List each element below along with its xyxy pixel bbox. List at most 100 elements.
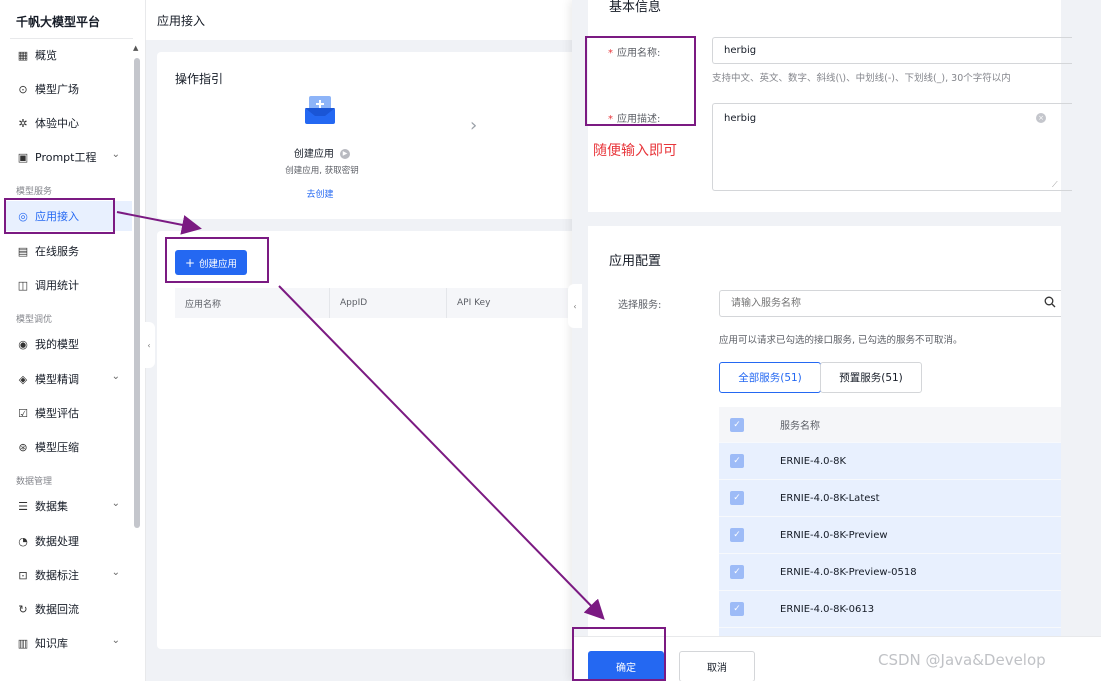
- sidebar-item-experience[interactable]: ✲ 体验中心: [6, 108, 132, 138]
- sidebar-item-label: 调用统计: [35, 279, 79, 292]
- create-app-button[interactable]: + 创建应用: [175, 250, 247, 275]
- app-desc-textarea[interactable]: herbig: [712, 103, 1072, 191]
- app-name-label: * 应用名称:: [608, 44, 660, 59]
- app-list-card: + 创建应用 应用名称 AppID API Key: [157, 231, 577, 649]
- guide-step-title-text: 创建应用: [293, 149, 334, 160]
- drawer-collapse-handle[interactable]: ‹: [568, 284, 582, 328]
- sidebar-item-data-reflow[interactable]: ↻ 数据回流: [6, 594, 132, 624]
- sidebar-item-evaluate[interactable]: ☑ 模型评估: [6, 398, 132, 428]
- service-row[interactable]: ✓ ERNIE-4.0-8K-0613: [719, 591, 1061, 628]
- sidebar-item-my-model[interactable]: ◉ 我的模型: [6, 329, 132, 359]
- sidebar-item-stats[interactable]: ◫ 调用统计: [6, 270, 132, 300]
- service-note: 应用可以请求已勾选的接口服务, 已勾选的服务不可取消。: [719, 335, 963, 346]
- cancel-button[interactable]: 取消: [679, 651, 755, 681]
- service-search-input[interactable]: [719, 290, 1061, 317]
- model-square-icon: ⊙: [18, 82, 28, 96]
- data-label-icon: ⊡: [18, 568, 28, 582]
- basic-info-title: 基本信息: [609, 0, 662, 15]
- chevron-down-icon: ⌄: [111, 498, 120, 509]
- page-title: 应用接入: [146, 0, 576, 40]
- app-access-icon: ◎: [18, 209, 28, 223]
- chevron-left-icon: ‹: [147, 340, 151, 350]
- sidebar-item-overview[interactable]: ▦ 概览: [6, 40, 132, 70]
- sidebar-item-knowledge[interactable]: ▥ 知识库 ⌄: [6, 628, 132, 658]
- go-create-link[interactable]: 去创建: [157, 187, 483, 200]
- app-name-hint: 支持中文、英文、数字、斜线(\)、中划线(-)、下划线(_), 30个字符以内: [712, 73, 1011, 84]
- watermark: CSDN @Java&Develop: [878, 651, 1046, 669]
- sidebar-item-label: 数据处理: [35, 535, 79, 548]
- tab-preset-services[interactable]: 预置服务(51): [820, 362, 922, 393]
- sidebar-item-label: 在线服务: [35, 245, 79, 258]
- my-model-icon: ◉: [18, 337, 28, 351]
- sidebar-item-app-access[interactable]: ◎ 应用接入: [6, 201, 132, 231]
- column-header-app-name: 应用名称: [175, 288, 330, 318]
- sidebar-collapse-handle[interactable]: ‹: [143, 322, 155, 368]
- service-row[interactable]: ✓: [719, 628, 1061, 636]
- service-checkbox[interactable]: ✓: [730, 454, 744, 468]
- experience-icon: ✲: [18, 116, 28, 130]
- sidebar-item-label: 数据标注: [35, 569, 79, 582]
- dataset-icon: ☰: [18, 499, 28, 513]
- sidebar-item-model-square[interactable]: ⊙ 模型广场: [6, 74, 132, 104]
- basic-info-section: 基本信息 * 应用名称: herbig 支持中文、英文、数字、斜线(\)、中划线(…: [588, 0, 1072, 212]
- sidebar-scrollbar[interactable]: [134, 58, 140, 528]
- group-model-service: 模型服务: [16, 187, 53, 197]
- chevron-down-icon: ⌄: [111, 149, 120, 160]
- fine-tune-icon: ◈: [18, 372, 28, 386]
- online-service-icon: ▤: [17, 244, 29, 258]
- search-icon[interactable]: [1044, 296, 1056, 308]
- app-name-input[interactable]: herbig: [712, 37, 1072, 64]
- chevron-down-icon: ⌄: [111, 371, 120, 382]
- sidebar-item-compress[interactable]: ⊛ 模型压缩: [6, 432, 132, 462]
- service-row[interactable]: ✓ ERNIE-4.0-8K: [719, 443, 1061, 480]
- required-mark: *: [608, 114, 613, 125]
- resize-handle-icon[interactable]: ⟋: [1052, 180, 1058, 190]
- play-icon[interactable]: ▶: [340, 149, 351, 159]
- column-header-appid: AppID: [330, 288, 447, 318]
- service-checkbox[interactable]: ✓: [730, 528, 744, 542]
- scroll-up-arrow-icon[interactable]: ▲: [133, 44, 138, 52]
- service-row[interactable]: ✓ ERNIE-4.0-8K-Preview: [719, 517, 1061, 554]
- tab-all-services[interactable]: 全部服务(51): [719, 362, 821, 393]
- service-checkbox[interactable]: ✓: [730, 565, 744, 579]
- service-checkbox[interactable]: ✓: [730, 602, 744, 616]
- service-select-label: 选择服务:: [618, 300, 662, 311]
- guide-title: 操作指引: [175, 72, 224, 86]
- service-row[interactable]: ✓ ERNIE-4.0-8K-Latest: [719, 480, 1061, 517]
- service-name: ERNIE-4.0-8K: [780, 455, 847, 467]
- data-reflow-icon: ↻: [18, 602, 28, 616]
- clear-icon[interactable]: ×: [1036, 113, 1046, 123]
- sidebar-item-dataset[interactable]: ☰ 数据集 ⌄: [6, 491, 132, 521]
- column-header-service-name: 服务名称: [780, 421, 820, 432]
- app-config-title: 应用配置: [609, 254, 662, 269]
- stats-icon: ◫: [17, 278, 29, 292]
- app-name-label-text: 应用名称:: [617, 48, 661, 59]
- sidebar-item-online-service[interactable]: ▤ 在线服务: [6, 236, 132, 266]
- service-name: ERNIE-4.0-8K-0613: [780, 603, 875, 615]
- sidebar-item-fine-tune[interactable]: ◈ 模型精调 ⌄: [6, 364, 132, 394]
- prompt-icon: ▣: [17, 150, 29, 164]
- knowledge-icon: ▥: [17, 636, 29, 650]
- service-checkbox[interactable]: ✓: [730, 491, 744, 505]
- group-data-management: 数据管理: [16, 477, 53, 487]
- sidebar-item-prompt[interactable]: ▣ Prompt工程 ⌄: [6, 142, 132, 172]
- chevron-down-icon: ⌄: [111, 567, 120, 578]
- select-all-checkbox[interactable]: ✓: [730, 417, 744, 432]
- sidebar-item-label: 模型精调: [35, 373, 79, 386]
- sidebar-item-label: 我的模型: [35, 338, 79, 351]
- sidebar-item-data-process[interactable]: ◔ 数据处理: [6, 526, 132, 556]
- service-table: ✓ 服务名称 ✓ ERNIE-4.0-8K ✓ ERNIE-4.0-8K-Lat…: [719, 407, 1061, 636]
- sidebar-item-label: 模型广场: [35, 83, 79, 96]
- service-name: ERNIE-4.0-8K-Preview-0518: [780, 566, 917, 578]
- app-desc-label: * 应用描述:: [608, 110, 660, 125]
- create-app-illustration-icon: [305, 96, 335, 124]
- grid-icon: ▦: [17, 48, 29, 62]
- data-process-icon: ◔: [18, 534, 28, 548]
- sidebar: 千帆大模型平台 ▲ ▦ 概览 ⊙ 模型广场 ✲ 体验中心 ▣ Prompt工程 …: [0, 0, 146, 681]
- sidebar-item-label: 体验中心: [35, 117, 79, 130]
- app-config-section: 应用配置 选择服务: 应用可以请求已勾选的接口服务, 已勾选的服务不可取消。 全…: [588, 226, 1061, 636]
- sidebar-item-data-label[interactable]: ⊡ 数据标注 ⌄: [6, 560, 132, 590]
- service-row[interactable]: ✓ ERNIE-4.0-8K-Preview-0518: [719, 554, 1061, 591]
- evaluate-icon: ☑: [18, 406, 28, 420]
- confirm-button[interactable]: 确定: [588, 651, 664, 681]
